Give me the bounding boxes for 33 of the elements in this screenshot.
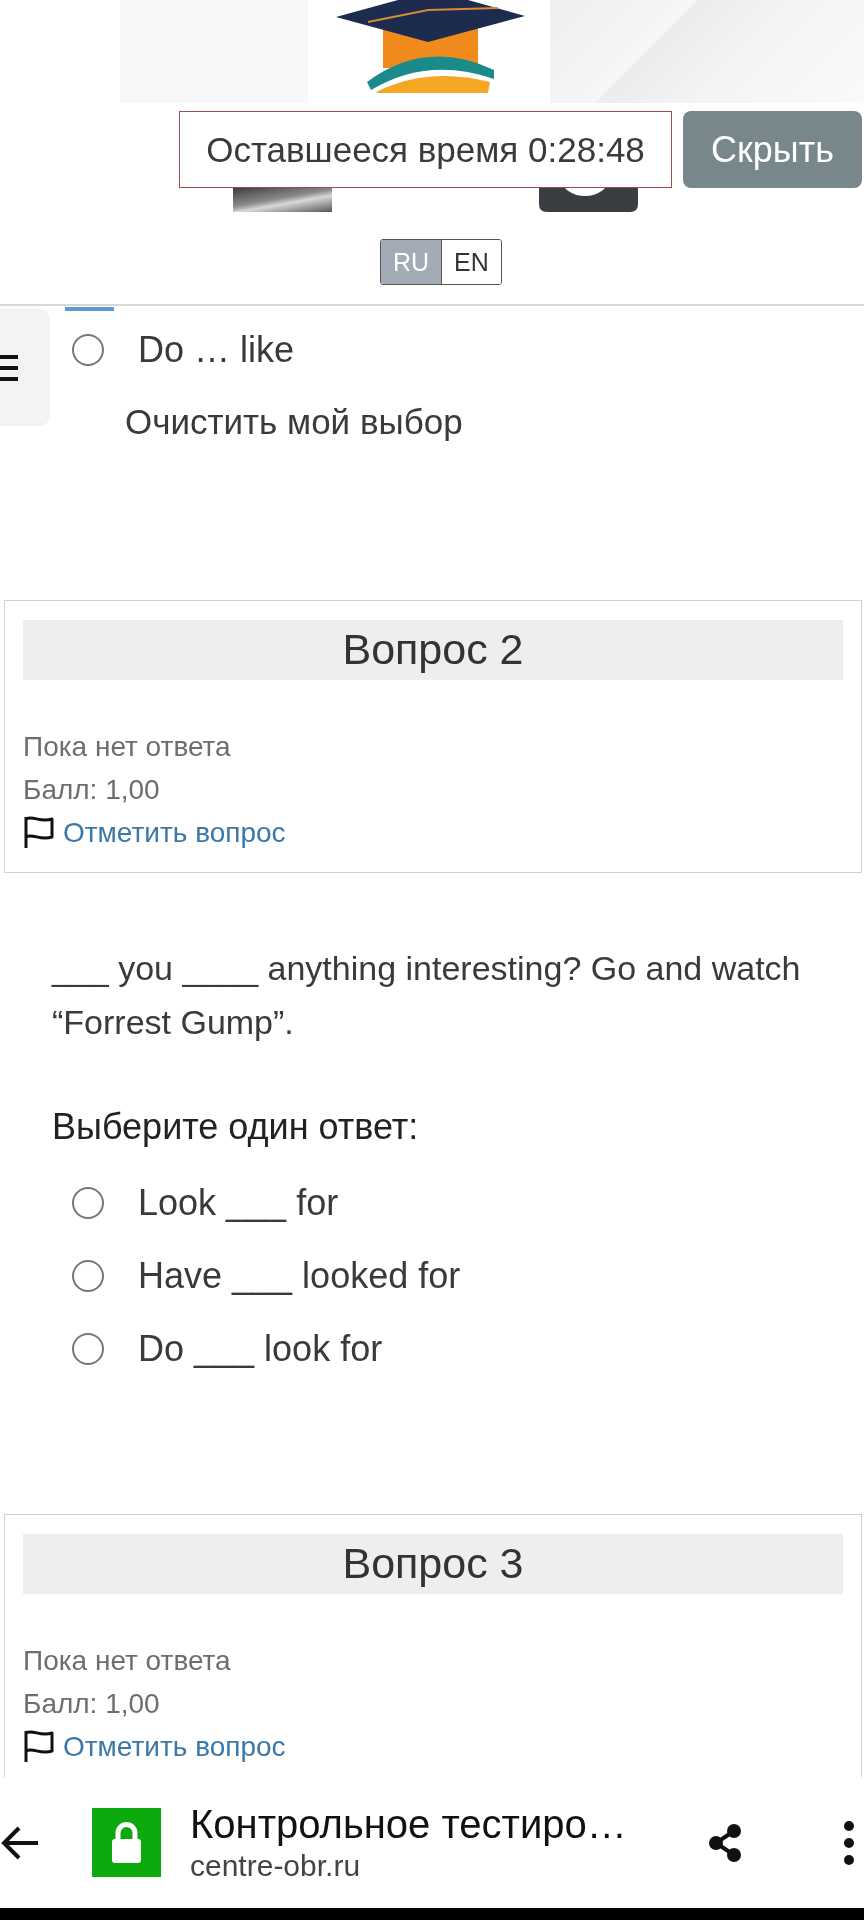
flag-icon[interactable] [23,1729,55,1763]
question-text: ___ you ____ anything interesting? Go and watch “Forrest Gump”. [52,947,802,1043]
flag-icon[interactable] [23,815,55,849]
question-title: Вопрос 2 [23,619,843,680]
share-icon[interactable] [708,1823,742,1862]
answer-option[interactable]: Do ___ look for [138,1328,383,1370]
more-options-icon[interactable] [843,1819,855,1866]
question-mark: Балл: 1,00 [23,1686,160,1721]
answer-option[interactable]: Have ___ looked for [138,1255,461,1297]
hide-timer-button[interactable]: Скрыть [683,111,862,188]
drawer-toggle-button[interactable] [0,309,50,426]
radio-button[interactable] [72,1260,104,1292]
rounded-tile-icon [539,188,638,212]
question-title: Вопрос 3 [23,1533,843,1594]
flag-question-link[interactable]: Отметить вопрос [63,810,286,854]
answer-prompt: Выберите один ответ: [52,1104,419,1149]
answer-option[interactable]: Do … like [138,328,295,371]
clear-choice-link[interactable]: Очистить мой выбор [125,399,463,444]
question-mark: Балл: 1,00 [23,772,160,807]
radio-button[interactable] [72,1187,104,1219]
page-url: centre-obr.ru [190,1847,361,1884]
tab-indicator [65,306,114,311]
menu-icon [0,354,18,381]
lock-icon[interactable] [92,1808,161,1877]
flag-question-link[interactable]: Отметить вопрос [63,1724,286,1768]
radio-button[interactable] [72,333,104,366]
answer-option[interactable]: Look ___ for [138,1182,339,1224]
language-button[interactable]: EN [441,240,501,284]
back-arrow-icon[interactable] [0,1824,40,1861]
page-title: Контрольное тестиро… [190,1800,627,1847]
question-status: Пока нет ответа [23,729,231,764]
question-status: Пока нет ответа [23,1643,231,1678]
radio-button[interactable] [72,1333,104,1365]
